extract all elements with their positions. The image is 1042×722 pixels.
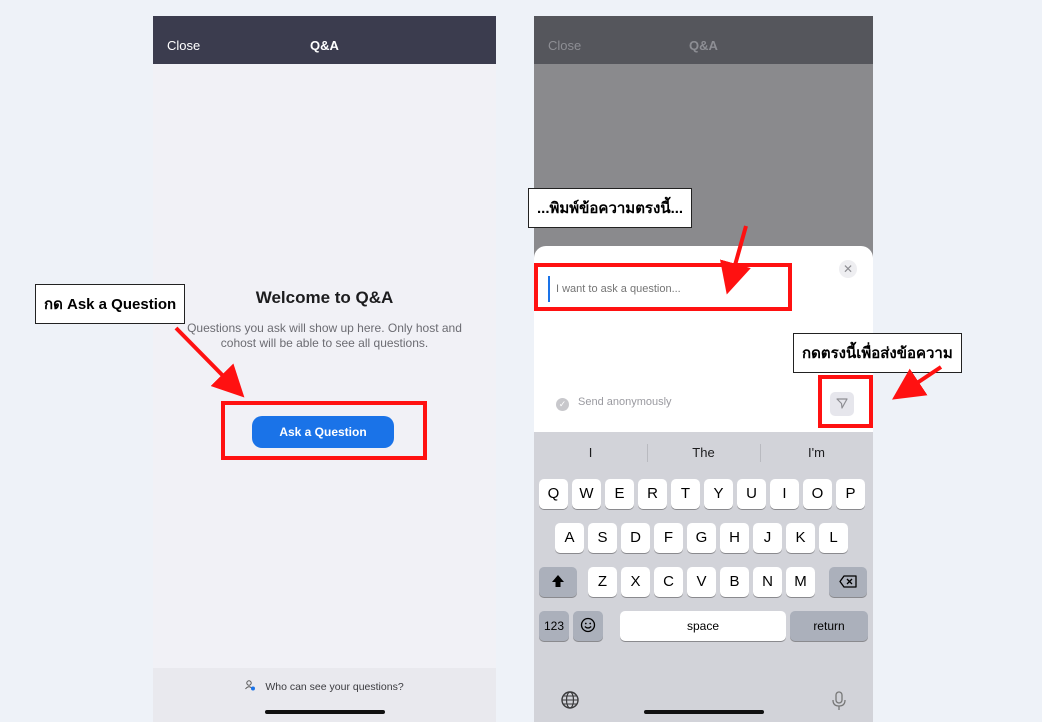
- annotation-arrows: [174, 225, 943, 400]
- arrow-to-ask-button: [174, 326, 245, 398]
- arrow-to-input: [720, 225, 751, 295]
- arrow-to-send-button: [892, 365, 943, 400]
